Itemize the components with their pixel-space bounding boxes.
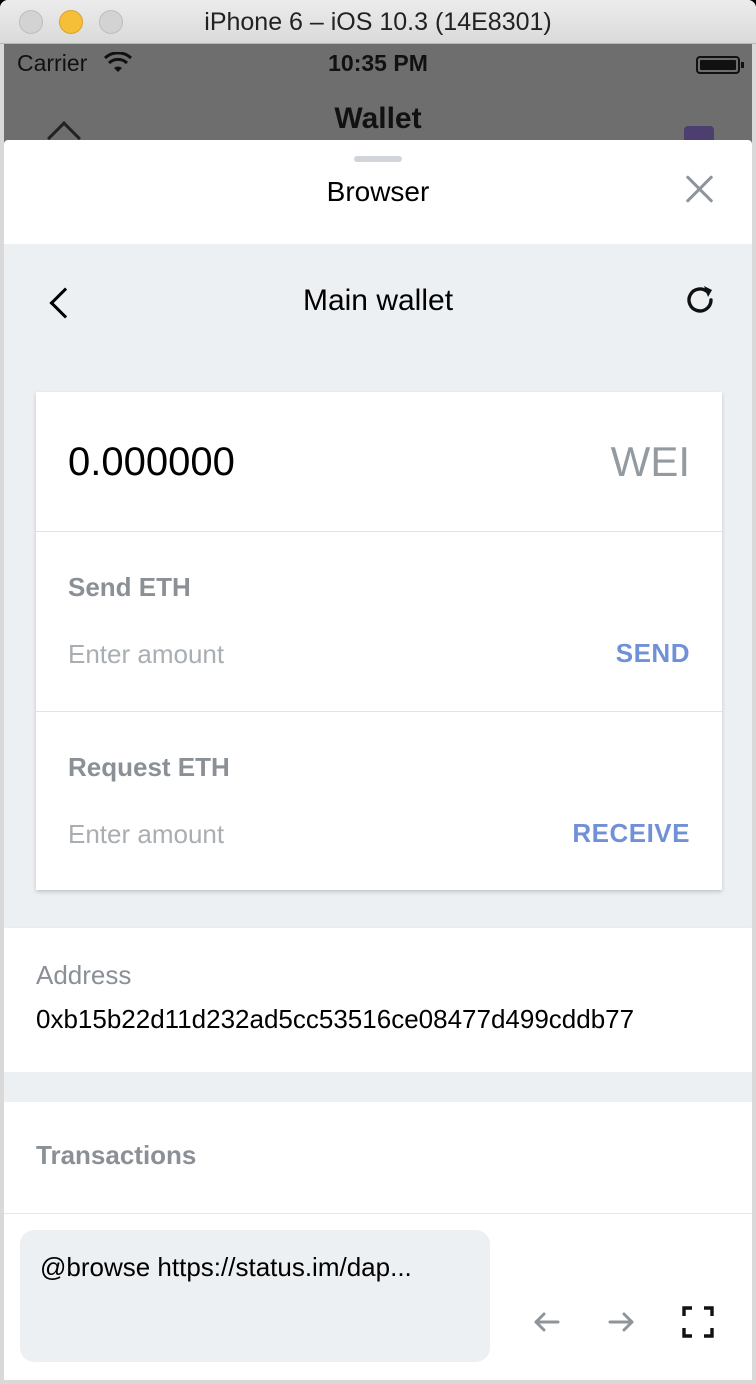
page-title: Main wallet	[302, 284, 454, 317]
status-time: 10:35 PM	[328, 50, 428, 76]
background-screen: Carrier 10:35 PM Wallet	[4, 44, 752, 155]
send-label: Send ETH	[68, 572, 191, 602]
close-icon[interactable]	[684, 174, 714, 204]
refresh-icon[interactable]	[682, 282, 718, 318]
wallet-card: 0.000000 WEI Send ETH SEND Request ETH R…	[36, 392, 722, 890]
balance-value: 0.000000	[68, 440, 235, 484]
send-button[interactable]: SEND	[616, 638, 690, 669]
request-section: Request ETH RECEIVE	[36, 712, 722, 890]
request-label: Request ETH	[68, 752, 230, 782]
balance-unit: WEI	[610, 438, 690, 485]
background-title: Wallet	[334, 102, 422, 135]
receive-button[interactable]: RECEIVE	[572, 818, 690, 849]
balance-row: 0.000000 WEI	[36, 392, 722, 532]
sheet-grab-handle[interactable]	[354, 156, 402, 162]
battery-icon	[696, 56, 744, 74]
address-section: Address 0xb15b22d11d232ad5cc53516ce08477…	[4, 928, 752, 1072]
simulator-titlebar: iPhone 6 – iOS 10.3 (14E8301)	[0, 0, 756, 44]
sheet-title: Browser	[326, 176, 430, 207]
browser-bottom-bar: @browse https://status.im/dap...	[4, 1214, 752, 1380]
arrow-left-icon[interactable]	[528, 1304, 564, 1340]
address-value[interactable]: 0xb15b22d11d232ad5cc53516ce08477d499cddb…	[36, 1004, 634, 1035]
arrow-right-icon[interactable]	[604, 1304, 640, 1340]
browser-sheet: Browser Main wallet 0.000000 WEI Send ET…	[4, 140, 752, 1380]
send-section: Send ETH SEND	[36, 532, 722, 712]
request-amount-input[interactable]	[68, 816, 488, 852]
transactions-label: Transactions	[36, 1140, 197, 1170]
fullscreen-icon[interactable]	[680, 1304, 716, 1340]
simulator-title: iPhone 6 – iOS 10.3 (14E8301)	[204, 8, 552, 36]
url-input[interactable]: @browse https://status.im/dap...	[20, 1230, 490, 1362]
transactions-section: Transactions	[4, 1102, 752, 1214]
send-amount-input[interactable]	[68, 636, 488, 672]
address-label: Address	[36, 960, 132, 990]
section-divider	[4, 1072, 752, 1102]
simulator-window: iPhone 6 – iOS 10.3 (14E8301) Carrier 10…	[0, 0, 756, 1384]
wallet-toolbar: Main wallet	[4, 244, 752, 360]
device-screen: Carrier 10:35 PM Wallet Browser Main wal…	[4, 44, 752, 1380]
wallet-panel: Main wallet 0.000000 WEI Send ETH SEND	[4, 244, 752, 928]
